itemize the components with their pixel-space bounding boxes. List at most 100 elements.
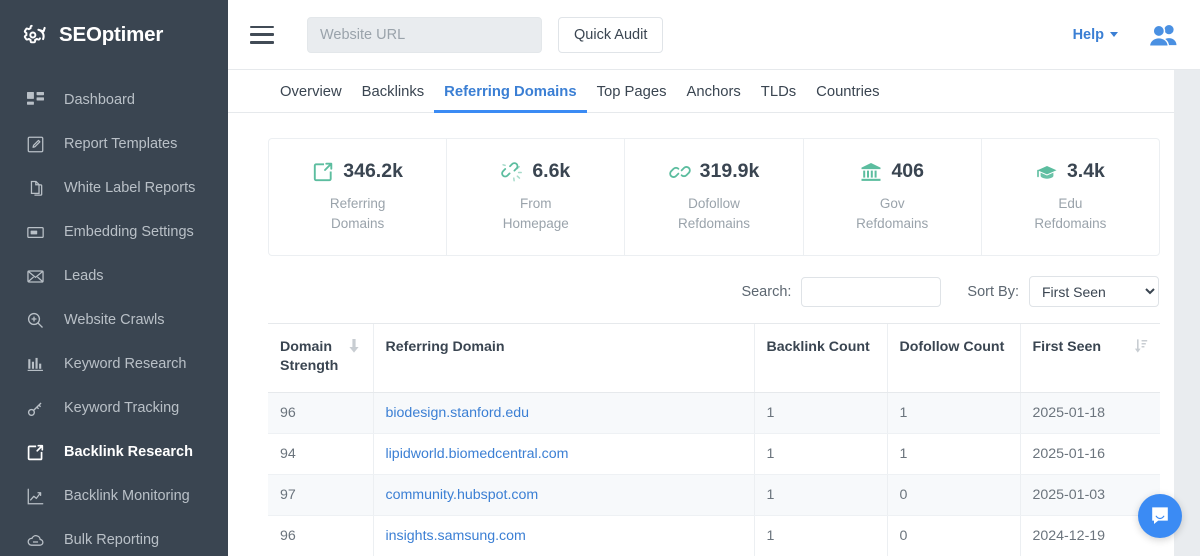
column-header-domain-strength[interactable]: Domain Strength (268, 324, 373, 393)
grid-dashboard-icon (26, 91, 45, 110)
column-header-dofollow-count[interactable]: Dofollow Count (887, 324, 1020, 393)
stats-summary-card: 346.2k Referring Domains (268, 138, 1160, 256)
cell-referring-domain: lipidworld.biomedcentral.com (373, 434, 754, 475)
cell-domain-strength: 96 (268, 516, 373, 556)
stat-value: 346.2k (343, 160, 403, 183)
sidebar-item-label: Website Crawls (64, 312, 164, 328)
sort-descending-icon[interactable] (1134, 338, 1148, 354)
sidebar-item-label: Report Templates (64, 136, 177, 152)
sidebar-item-embedding-settings[interactable]: Embedding Settings (0, 210, 228, 254)
stat-top: 319.9k (669, 160, 760, 183)
stat-value: 3.4k (1067, 160, 1105, 183)
sidebar-item-website-crawls[interactable]: Website Crawls (0, 298, 228, 342)
sidebar-item-label: Keyword Research (64, 356, 187, 372)
table-row[interactable]: 97 community.hubspot.com 1 0 2025-01-03 (268, 475, 1160, 516)
sort-by-select[interactable]: First Seen Domain Strength Backlink Coun… (1029, 276, 1159, 307)
cell-domain-strength: 94 (268, 434, 373, 475)
sidebar-item-bulk-reporting[interactable]: Bulk Reporting (0, 518, 228, 556)
tab-backlinks[interactable]: Backlinks (352, 84, 435, 113)
chat-bubble-button[interactable] (1138, 494, 1182, 538)
embed-box-icon (26, 223, 45, 242)
domain-link[interactable]: community.hubspot.com (386, 487, 539, 503)
cell-referring-domain: community.hubspot.com (373, 475, 754, 516)
stat-value: 406 (891, 160, 924, 183)
help-menu[interactable]: Help (1073, 27, 1118, 43)
quick-audit-button[interactable]: Quick Audit (558, 17, 663, 53)
stat-gov-refdomains: 406 Gov Refdomains (804, 139, 982, 255)
sidebar-item-label: Backlink Monitoring (64, 488, 190, 504)
sidebar-item-backlink-research[interactable]: Backlink Research (0, 430, 228, 474)
external-link-icon (26, 443, 45, 462)
bar-chart-icon (26, 355, 45, 374)
external-link-icon (312, 161, 334, 183)
stat-top: 406 (860, 160, 924, 183)
table-row[interactable]: 94 lipidworld.biomedcentral.com 1 1 2025… (268, 434, 1160, 475)
topbar: Quick Audit Help (228, 0, 1200, 70)
column-header-first-seen[interactable]: First Seen (1020, 324, 1160, 393)
search-label: Search: (741, 284, 791, 300)
sidebar-item-label: Backlink Research (64, 444, 193, 460)
stat-dofollow-refdomains: 319.9k Dofollow Refdomains (625, 139, 803, 255)
table-header-row: Domain Strength Referring Domain (268, 324, 1160, 393)
line-chart-icon (26, 487, 45, 506)
sidebar-item-label: Embedding Settings (64, 224, 194, 240)
stat-label: Edu Refdomains (1025, 194, 1115, 233)
magnifier-plus-icon (26, 311, 45, 330)
bank-icon (860, 161, 882, 183)
sidebar: SEOptimer Dashboard Report Templates (0, 0, 228, 556)
table: Domain Strength Referring Domain (268, 324, 1160, 556)
content-panel: Overview Backlinks Referring Domains Top… (228, 70, 1174, 556)
graduation-cap-icon (1036, 161, 1058, 183)
sidebar-item-label: White Label Reports (64, 180, 195, 196)
column-label: Backlink Count (767, 339, 870, 355)
edit-document-icon (26, 135, 45, 154)
sidebar-item-backlink-monitoring[interactable]: Backlink Monitoring (0, 474, 228, 518)
gear-refresh-icon (20, 20, 50, 50)
table-search-input[interactable] (801, 277, 941, 307)
sidebar-item-keyword-tracking[interactable]: Keyword Tracking (0, 386, 228, 430)
sidebar-item-report-templates[interactable]: Report Templates (0, 122, 228, 166)
tab-overview[interactable]: Overview (270, 84, 352, 113)
column-header-referring-domain[interactable]: Referring Domain (373, 324, 754, 393)
sidebar-item-white-label-reports[interactable]: White Label Reports (0, 166, 228, 210)
panel-body: 346.2k Referring Domains (228, 113, 1174, 556)
cell-backlink-count: 1 (754, 475, 887, 516)
cell-dofollow-count: 1 (887, 434, 1020, 475)
hamburger-icon[interactable] (250, 26, 274, 44)
brand-name: SEOptimer (59, 23, 163, 47)
caret-down-icon (1110, 32, 1118, 37)
stat-top: 6.6k (501, 160, 570, 183)
domain-link[interactable]: insights.samsung.com (386, 528, 526, 544)
chat-bubble-icon (1149, 505, 1171, 527)
column-label: Domain Strength (280, 338, 341, 376)
cell-dofollow-count: 0 (887, 475, 1020, 516)
table-controls: Search: Sort By: First Seen Domain Stren… (268, 276, 1160, 307)
tab-referring-domains[interactable]: Referring Domains (434, 84, 586, 113)
stat-edu-refdomains: 3.4k Edu Refdomains (982, 139, 1159, 255)
domain-link[interactable]: biodesign.stanford.edu (386, 405, 530, 421)
tab-countries[interactable]: Countries (806, 84, 889, 113)
users-account-icon[interactable] (1148, 23, 1178, 47)
tab-top-pages[interactable]: Top Pages (587, 84, 677, 113)
sort-by-label: Sort By: (967, 284, 1019, 300)
column-label: Dofollow Count (900, 339, 1005, 355)
sidebar-item-leads[interactable]: Leads (0, 254, 228, 298)
table-row[interactable]: 96 insights.samsung.com 1 0 2024-12-19 (268, 516, 1160, 556)
tab-tlds[interactable]: TLDs (751, 84, 806, 113)
column-header-backlink-count[interactable]: Backlink Count (754, 324, 887, 393)
cell-referring-domain: biodesign.stanford.edu (373, 393, 754, 434)
sidebar-item-keyword-research[interactable]: Keyword Research (0, 342, 228, 386)
search-input[interactable] (307, 17, 542, 53)
brand-logo-area[interactable]: SEOptimer (0, 0, 228, 70)
stat-label: Referring Domains (313, 194, 403, 233)
arrow-down-icon[interactable] (347, 338, 361, 354)
main-wrap: Overview Backlinks Referring Domains Top… (228, 70, 1200, 556)
domain-link[interactable]: lipidworld.biomedcentral.com (386, 446, 569, 462)
broken-link-icon (501, 161, 523, 183)
sidebar-item-dashboard[interactable]: Dashboard (0, 78, 228, 122)
table-row[interactable]: 96 biodesign.stanford.edu 1 1 2025-01-18 (268, 393, 1160, 434)
sidebar-item-label: Dashboard (64, 92, 135, 108)
cell-backlink-count: 1 (754, 434, 887, 475)
tab-anchors[interactable]: Anchors (677, 84, 751, 113)
help-label: Help (1073, 27, 1104, 43)
